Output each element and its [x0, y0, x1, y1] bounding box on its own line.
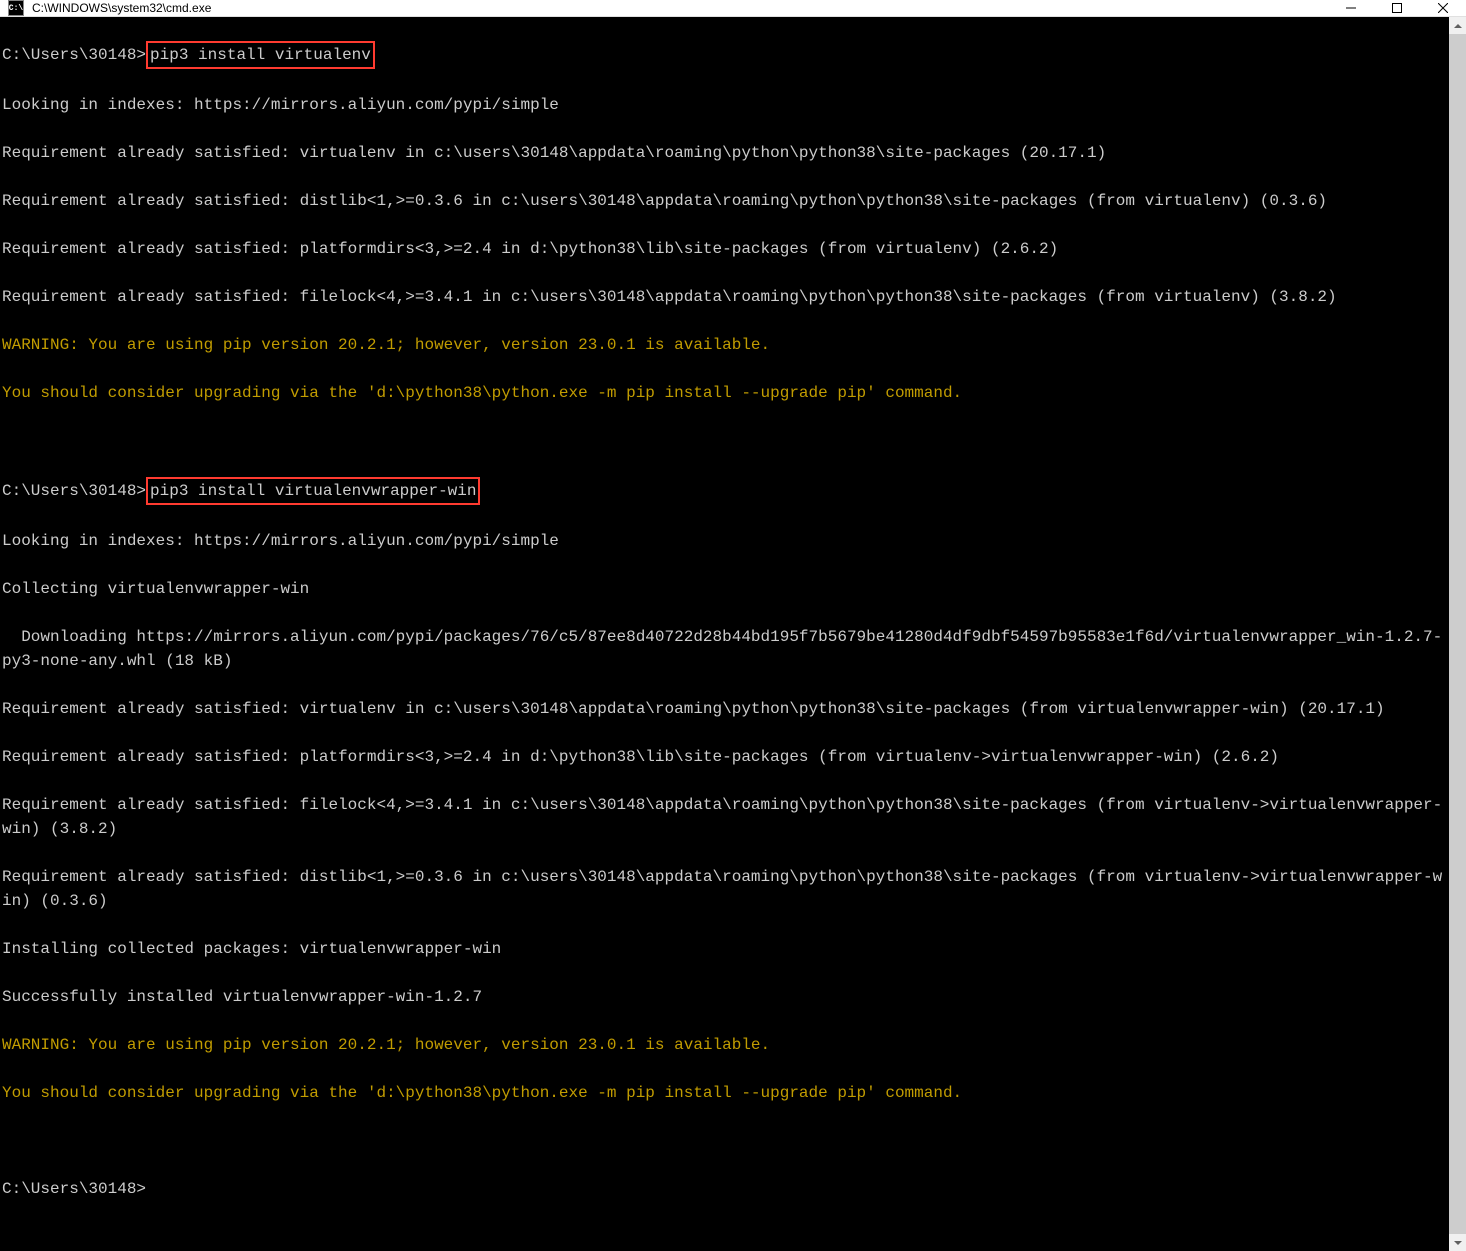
- prompt: C:\Users\30148>: [2, 1180, 146, 1198]
- output-line: Successfully installed virtualenvwrapper…: [2, 985, 1447, 1009]
- titlebar[interactable]: C:\ C:\WINDOWS\system32\cmd.exe: [0, 0, 1466, 17]
- output-line: Requirement already satisfied: platformd…: [2, 237, 1447, 261]
- command-highlight: pip3 install virtualenvwrapper-win: [146, 477, 480, 505]
- output-line: Downloading https://mirrors.aliyun.com/p…: [2, 625, 1447, 673]
- output-line: Requirement already satisfied: platformd…: [2, 745, 1447, 769]
- warning-line: You should consider upgrading via the 'd…: [2, 1081, 1447, 1105]
- output-line: Installing collected packages: virtualen…: [2, 937, 1447, 961]
- warning-line: You should consider upgrading via the 'd…: [2, 381, 1447, 405]
- output-line: Requirement already satisfied: filelock<…: [2, 793, 1447, 841]
- window-title: C:\WINDOWS\system32\cmd.exe: [32, 1, 1328, 15]
- cmd-icon: C:\: [8, 0, 24, 16]
- minimize-button[interactable]: [1328, 0, 1374, 16]
- prompt: C:\Users\30148>: [2, 46, 146, 64]
- scroll-down-arrow-icon[interactable]: [1449, 1234, 1466, 1251]
- output-line: Requirement already satisfied: distlib<1…: [2, 865, 1447, 913]
- scrollbar-thumb[interactable]: [1449, 34, 1466, 1234]
- terminal-output[interactable]: C:\Users\30148>pip3 install virtualenv L…: [0, 17, 1449, 1251]
- vertical-scrollbar[interactable]: [1449, 17, 1466, 1251]
- warning-line: WARNING: You are using pip version 20.2.…: [2, 1033, 1447, 1057]
- output-line: Requirement already satisfied: distlib<1…: [2, 189, 1447, 213]
- output-line: Looking in indexes: https://mirrors.aliy…: [2, 529, 1447, 553]
- maximize-button[interactable]: [1374, 0, 1420, 16]
- output-line: Requirement already satisfied: virtualen…: [2, 141, 1447, 165]
- blank-line: [2, 1129, 1447, 1153]
- scroll-up-arrow-icon[interactable]: [1449, 17, 1466, 34]
- output-line: Looking in indexes: https://mirrors.aliy…: [2, 93, 1447, 117]
- warning-line: WARNING: You are using pip version 20.2.…: [2, 333, 1447, 357]
- output-line: Requirement already satisfied: virtualen…: [2, 697, 1447, 721]
- blank-line: [2, 429, 1447, 453]
- command-highlight: pip3 install virtualenv: [146, 41, 375, 69]
- output-line: Collecting virtualenvwrapper-win: [2, 577, 1447, 601]
- close-button[interactable]: [1420, 0, 1466, 16]
- output-line: Requirement already satisfied: filelock<…: [2, 285, 1447, 309]
- prompt: C:\Users\30148>: [2, 482, 146, 500]
- cmd-window: C:\ C:\WINDOWS\system32\cmd.exe C:\Users…: [0, 0, 1466, 764]
